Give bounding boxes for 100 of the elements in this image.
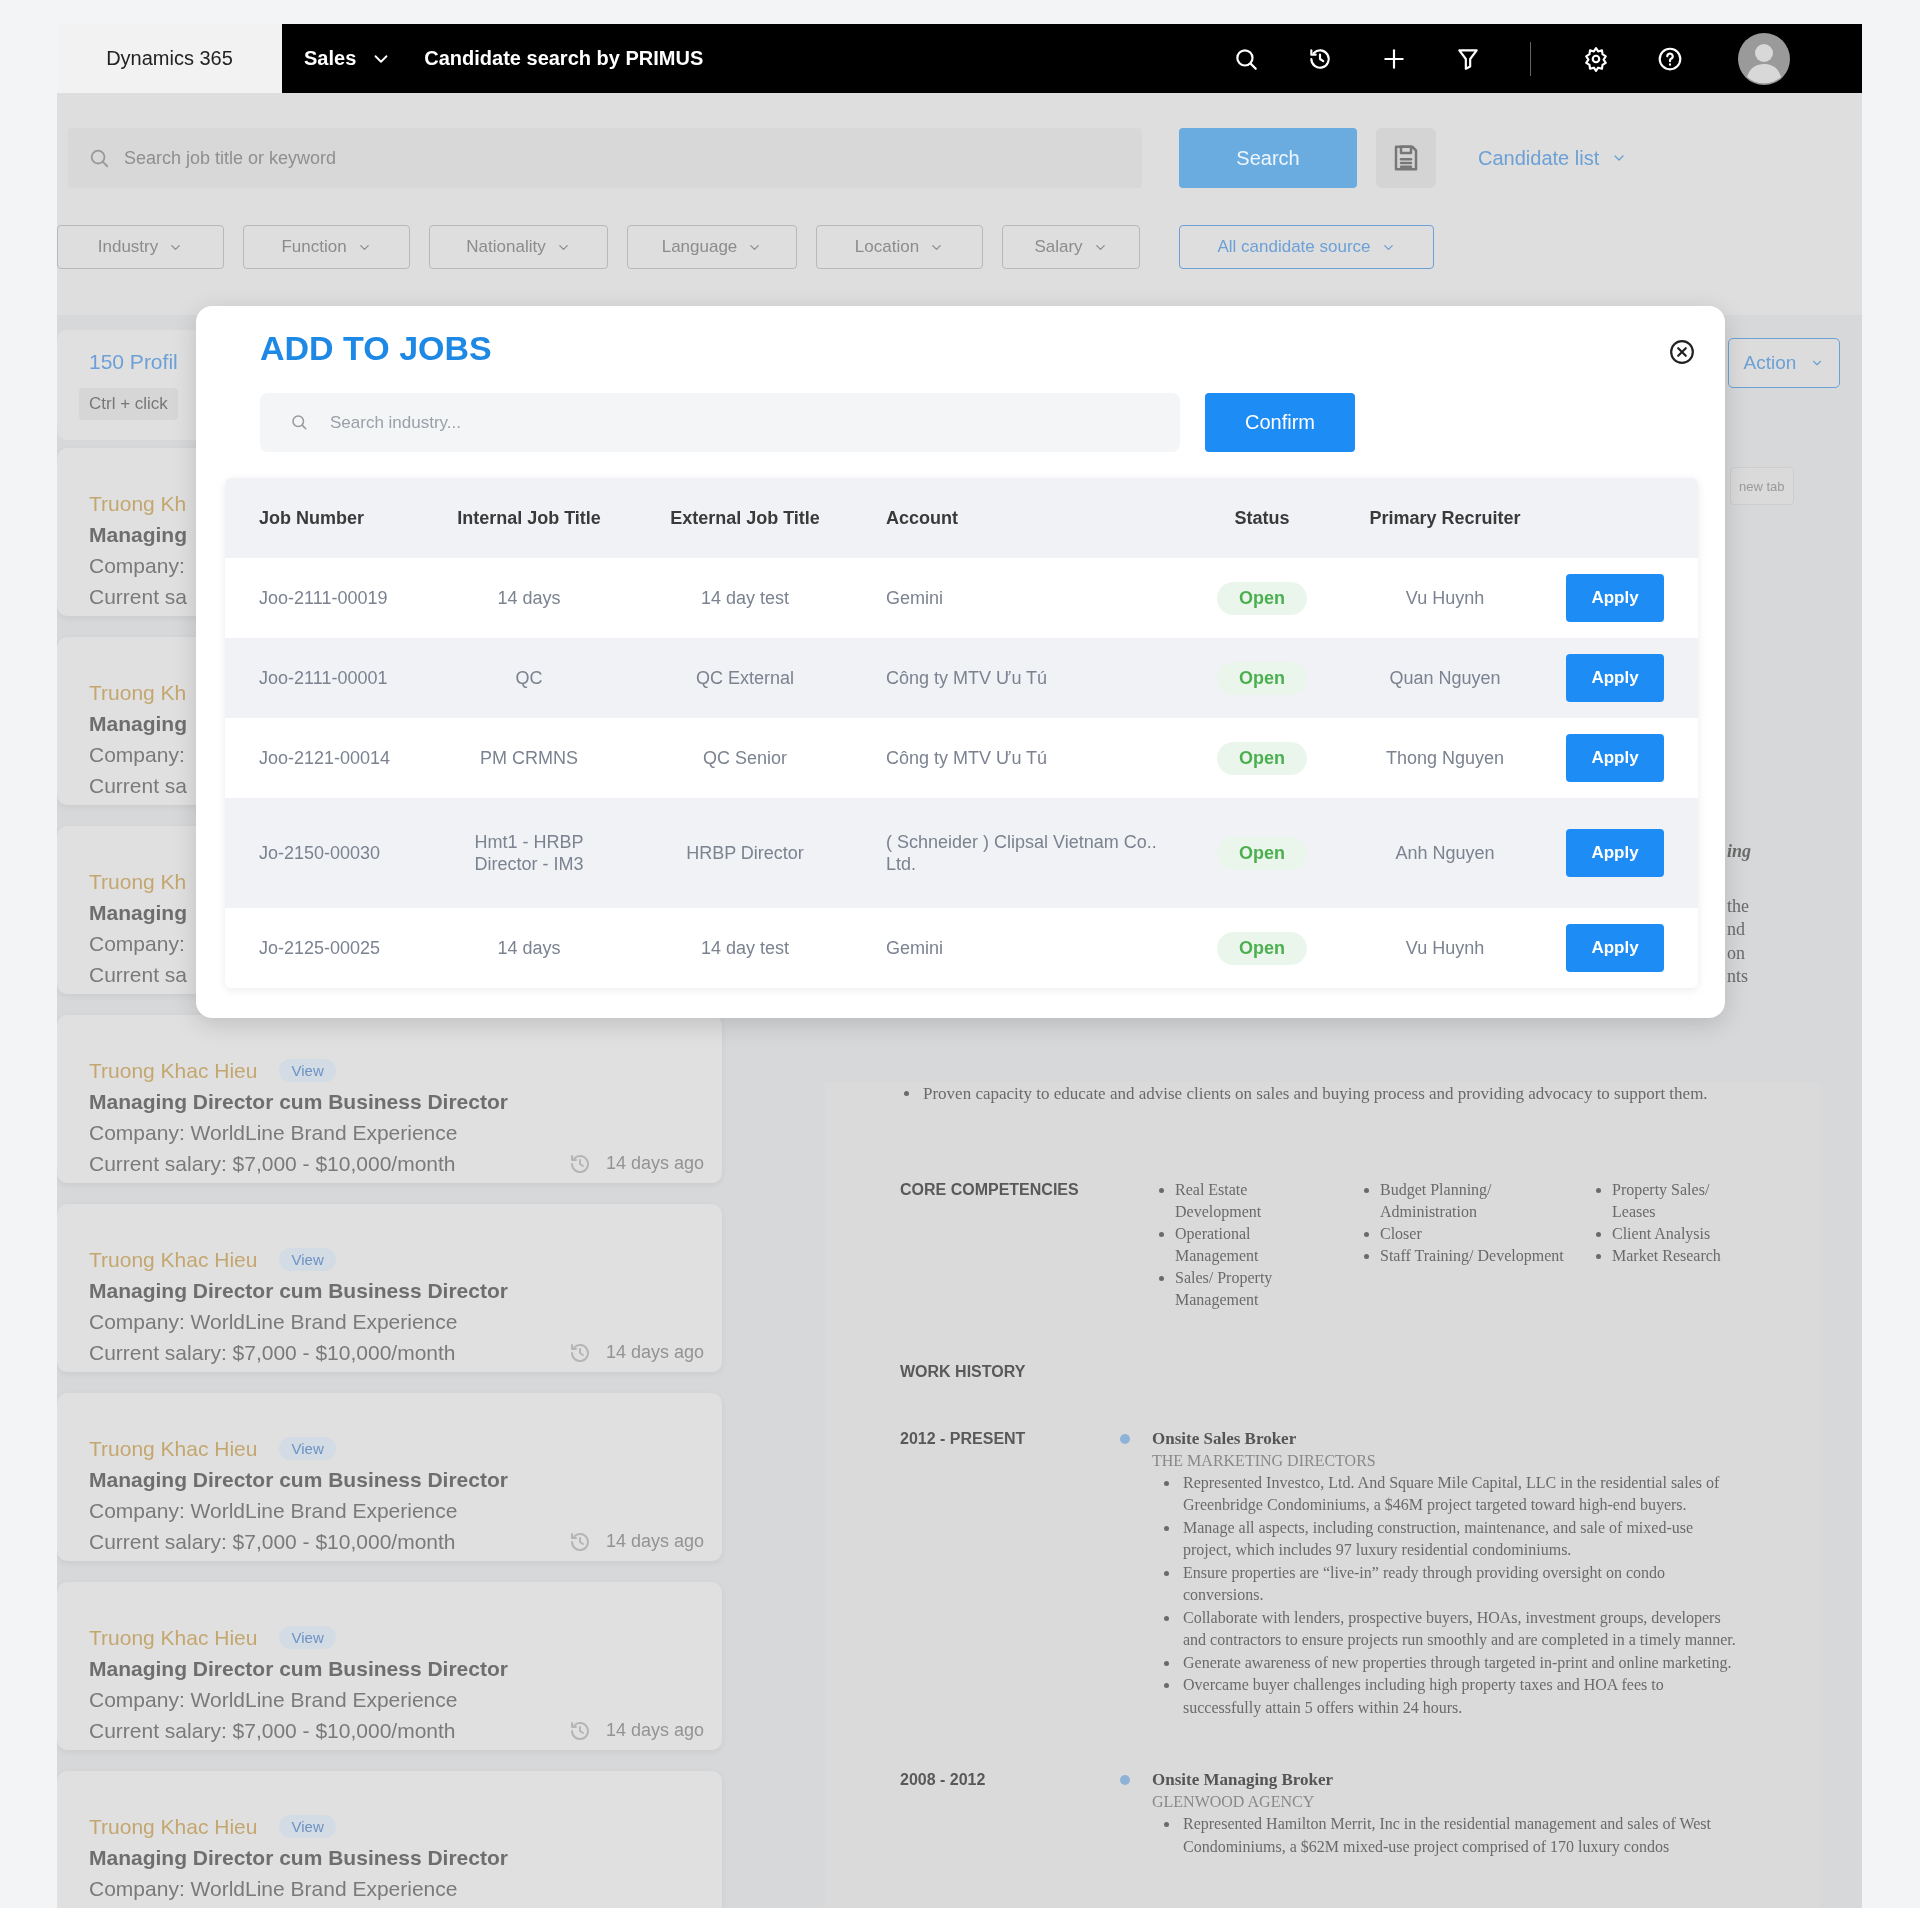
bullet-item: Client Analysis (1592, 1222, 1737, 1245)
view-link[interactable]: View (279, 1248, 336, 1271)
help-icon[interactable] (1657, 45, 1683, 72)
role-title: Onsite Sales Broker (1152, 1427, 1298, 1450)
salary-text: Current salary: $7,000 - $10,000/month (89, 1340, 456, 1366)
table-cell-text: Jo-2150-00030 (259, 842, 382, 864)
module-menu[interactable]: Sales (304, 47, 393, 70)
candidate-list-dropdown[interactable]: Candidate list (1478, 146, 1628, 170)
table-cell-text: Gemini (885, 937, 944, 959)
job-title-text: Managing Director cum Business Director (89, 1656, 508, 1682)
dialog-title: ADD TO JOBS (260, 328, 492, 368)
column-header: Account (885, 507, 958, 529)
table-cell-text: Gemini (885, 587, 944, 609)
timeline-dot (1120, 1775, 1130, 1785)
employer-name: THE MARKETING DIRECTORS (1152, 1450, 1377, 1471)
column-header: Job Number (259, 507, 364, 529)
table-cell-text: 14 days (496, 587, 562, 609)
candidate-name: Truong Kh (89, 869, 187, 895)
candidate-card[interactable]: Truong Khac Hieu View Managing Director cum Business Director Company: WorldLine Brand Experience Current salary: $7,000 - $10,000/month 14 days ago (57, 1015, 722, 1183)
confirm-button[interactable]: Confirm (1205, 393, 1355, 452)
save-button[interactable] (1376, 128, 1436, 188)
action-dropdown[interactable]: Action (1728, 338, 1840, 388)
bullet-item: Market Research (1592, 1244, 1737, 1267)
column-header: Status (1234, 507, 1290, 529)
job-title-text: Managing (89, 900, 187, 926)
apply-button[interactable]: Apply (1566, 829, 1664, 877)
company-text: Company: WorldLine Brand Experience (89, 1687, 458, 1713)
filter-dropdown[interactable]: Nationality (429, 225, 608, 269)
view-link[interactable]: View (279, 1815, 336, 1838)
hint-label: Ctrl + click (79, 388, 178, 420)
search-button[interactable]: Search (1179, 128, 1357, 188)
bullet-item: Closer (1360, 1222, 1580, 1245)
view-link[interactable]: View (279, 1626, 336, 1649)
section-heading: WORK HISTORY (900, 1361, 1026, 1382)
table-cell-text: Jo-2125-00025 (259, 937, 382, 959)
view-link[interactable]: View (279, 1059, 336, 1082)
app-name-link[interactable]: Dynamics 365 (57, 24, 282, 93)
candidate-name: Truong Khac Hieu (89, 1814, 258, 1840)
table-cell: Anh Nguyen (1395, 842, 1495, 864)
filter-dropdown[interactable]: Function (243, 225, 410, 269)
view-link[interactable]: View (279, 1437, 336, 1460)
user-avatar[interactable] (1738, 32, 1790, 85)
period-text: 2012 - PRESENT (900, 1428, 1026, 1449)
time-ago-text: 14 days ago (605, 1341, 704, 1364)
filter-dropdown[interactable]: Language (627, 225, 797, 269)
settings-icon[interactable] (1583, 45, 1609, 72)
company-text: Company: WorldLine Brand Experience (89, 1120, 458, 1146)
new-tab-button[interactable]: new tab (1730, 467, 1794, 505)
table-cell-text: 14 days (496, 937, 562, 959)
candidate-card[interactable]: Truong Khac Hieu View Managing Director cum Business Director Company: WorldLine Brand Experience Current salary: $7,000 - $10,000/month 14 days ago (57, 1582, 722, 1750)
bullet-item: Proven capacity to educate and advise clients on sales and buying process and providing advocacy to support them. (900, 1081, 1723, 1105)
column-header: External Job Title (670, 507, 820, 529)
search-icon (290, 413, 308, 431)
candidate-card[interactable]: Truong Khac Hieu View Managing Director cum Business Director Company: WorldLine Brand Experience (57, 1771, 722, 1908)
table-cell-text: Hmt1 - HRBP Director - IM3 (473, 831, 585, 875)
table-cell: QC External (695, 667, 794, 689)
candidate-card[interactable]: Truong Khac Hieu View Managing Director cum Business Director Company: WorldLine Brand Experience Current salary: $7,000 - $10,000/month 14 days ago (57, 1204, 722, 1372)
time-ago-text: 14 days ago (605, 1530, 704, 1553)
job-title-text: Managing Director cum Business Director (89, 1845, 508, 1871)
column-header: Primary Recruiter (1369, 507, 1521, 529)
table-cell: HRBP Director (686, 842, 804, 864)
close-icon[interactable] (1669, 339, 1695, 365)
filter-dropdown[interactable]: Industry (57, 225, 224, 269)
status-badge: Open (1217, 581, 1307, 615)
column-header: Internal Job Title (457, 507, 601, 529)
apply-button[interactable]: Apply (1566, 734, 1664, 782)
job-title-text: Managing (89, 522, 187, 548)
bullet-item: Collaborate with lenders, prospective buyers, HOAs, investment groups, developers and contractors to ensure projects run smoothly and are completed in a timely manner. (1160, 1606, 1745, 1652)
role-title: Onsite Managing Broker (1152, 1769, 1335, 1791)
candidate-card[interactable]: Truong Khac Hieu View Managing Director cum Business Director Company: WorldLine Brand Experience Current salary: $7,000 - $10,000/month 14 days ago (57, 1393, 722, 1561)
bullet-item: Real Estate Development (1155, 1178, 1300, 1223)
apply-button[interactable]: Apply (1566, 924, 1664, 972)
table-cell: Thong Nguyen (1385, 747, 1505, 769)
bullet-item: Overcame buyer challenges including high property taxes and HOA fees to successfully attain 5 offers within 24 hours. (1160, 1674, 1745, 1719)
resume-text-fragment: the (1727, 894, 1749, 918)
salary-text: Current sa (89, 773, 188, 799)
time-ago-text: 14 days ago (605, 1719, 704, 1742)
search-field[interactable]: Search job title or keyword (68, 128, 1142, 188)
apply-button[interactable]: Apply (1566, 574, 1664, 622)
resume-text-fragment: nd (1727, 918, 1745, 941)
apply-button[interactable]: Apply (1566, 654, 1664, 702)
filter-dropdown[interactable]: Salary (1002, 225, 1140, 269)
source-filter-dropdown[interactable]: All candidate source (1179, 225, 1434, 269)
company-text: Company: (89, 553, 185, 579)
period-text: 2008 - 2012 (900, 1770, 986, 1790)
company-text: Company: WorldLine Brand Experience (89, 1876, 458, 1902)
resume-text-fragment: nts (1727, 965, 1748, 988)
table-cell-text: PM CRMNS (479, 747, 579, 769)
job-title-text: Managing (89, 711, 187, 737)
bullet-item: Represented Hamilton Merrit, Inc in the residential management and sales of West Condominiums, a $62M mixed-use project comprised of 170 luxury condos (1160, 1813, 1745, 1858)
search-field[interactable]: Search industry... (260, 393, 1180, 452)
filter-dropdown[interactable]: Location (816, 225, 983, 269)
salary-text: Current salary: $7,000 - $10,000/month (89, 1529, 456, 1555)
bullet-item: Ensure properties are “live-in” ready through providing oversight on condo conversions. (1160, 1561, 1745, 1607)
salary-text: Current sa (89, 584, 188, 610)
bullet-item: Budget Planning/ Administration (1360, 1178, 1580, 1223)
table-cell: Vu Huynh (1405, 587, 1485, 609)
section-heading: CORE COMPETENCIES (900, 1179, 1079, 1200)
table-cell: 14 day test (700, 937, 790, 959)
candidate-name: Truong Khac Hieu (89, 1625, 258, 1651)
